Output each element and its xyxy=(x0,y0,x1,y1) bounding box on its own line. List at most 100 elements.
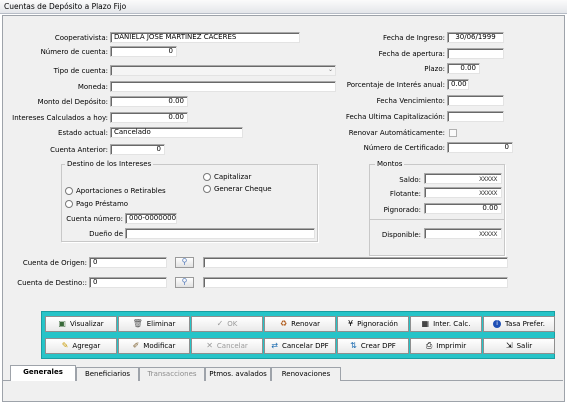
inter-calc-button[interactable]: ▦ Inter. Calc. xyxy=(410,316,482,332)
certificado-label: Número de Certificado: xyxy=(363,144,445,152)
capitalizar-radio[interactable] xyxy=(203,173,211,181)
buscar-destino-button[interactable]: ⚲ xyxy=(175,277,194,288)
grid-icon: ▦ xyxy=(421,319,430,328)
tab-renovaciones[interactable]: Renovaciones xyxy=(271,367,341,381)
tab-generales[interactable]: Generales xyxy=(10,365,76,381)
search-icon: ⚲ xyxy=(181,257,188,266)
agregar-button[interactable]: ✎ Agregar xyxy=(45,338,117,354)
cuenta-numero-field[interactable]: 000-0000000 xyxy=(125,213,177,224)
cuenta-anterior-label: Cuenta Anterior: xyxy=(50,146,108,154)
crear-dpf-button[interactable]: ⇅ Crear DPF xyxy=(337,338,409,354)
cuenta-origen-label: Cuenta de Origen: xyxy=(22,259,87,267)
certificado-field[interactable]: 0 xyxy=(447,142,513,153)
imprimir-button[interactable]: ⎙ Imprimir xyxy=(410,338,482,354)
tipo-cuenta-select[interactable] xyxy=(110,65,336,76)
fecha-apertura-label: Fecha de apertura: xyxy=(378,50,445,58)
swap-icon: ⇄ xyxy=(271,341,278,350)
window-title: Cuentas de Depósito a Plazo Fijo xyxy=(0,0,567,14)
close-icon: ✕ xyxy=(206,341,213,350)
trash-icon: 🗑 xyxy=(132,319,143,328)
pignoracion-button[interactable]: ¥ Pignoración xyxy=(337,316,409,332)
cancelar-dpf-button[interactable]: ⇄ Cancelar DPF xyxy=(264,338,336,354)
renovar-button[interactable]: ♻ Renovar xyxy=(264,316,336,332)
fecha-ingreso-field[interactable]: 30/06/1999 xyxy=(447,32,504,43)
flotante-label: Flotante: xyxy=(389,190,421,198)
fecha-capitalizacion-field[interactable] xyxy=(447,111,504,122)
dueno-field[interactable] xyxy=(125,228,315,239)
renovar-label: Renovar Automáticamente: xyxy=(348,129,445,137)
check-icon: ✓ xyxy=(216,319,224,328)
salir-button[interactable]: ⇲ Salir xyxy=(483,338,555,354)
plazo-label: Plazo: xyxy=(424,65,445,73)
estado-field[interactable]: Cancelado xyxy=(110,127,243,138)
fecha-capitalizacion-label: Fecha Ultima Capitalización: xyxy=(345,113,445,121)
flotante-field: XXXXX xyxy=(424,187,502,198)
fecha-vencimiento-label: Fecha Vencimiento: xyxy=(376,97,445,105)
monto-deposito-label: Monto del Depósito: xyxy=(37,98,108,106)
cuenta-destino-desc xyxy=(203,277,508,288)
action-toolbar: ▣ Visualizar 🗑 Eliminar ✓ OK ♻ Renovar ¥ Pign… xyxy=(41,311,555,359)
sort-icon: ⇅ xyxy=(350,341,357,350)
info-icon: i xyxy=(493,320,502,328)
main-form: Cooperativista: DANIELA JOSE MARTINEZ CA… xyxy=(2,15,565,402)
saldo-field: XXXXX xyxy=(424,173,502,184)
cancelar-button[interactable]: ✕ Cancelar xyxy=(191,338,263,354)
ok-button[interactable]: ✓ OK xyxy=(191,316,263,332)
modificar-button[interactable]: ✐ Modificar xyxy=(118,338,190,354)
tab-beneficiarios[interactable]: Beneficiarios xyxy=(76,367,139,381)
fecha-apertura-field[interactable] xyxy=(447,48,504,59)
disponible-field: XXXXX xyxy=(424,228,502,239)
moneda-field[interactable] xyxy=(110,81,336,92)
aportaciones-radio[interactable] xyxy=(65,187,73,195)
intereses-label: Intereses Calculados a hoy: xyxy=(12,114,108,122)
moneda-label: Moneda: xyxy=(77,83,108,91)
fecha-ingreso-label: Fecha de Ingreso: xyxy=(383,34,445,42)
disponible-label: Disponible: xyxy=(381,231,421,239)
generar-cheque-radio[interactable] xyxy=(203,185,211,193)
cuenta-origen-field[interactable]: 0 xyxy=(89,257,167,268)
edit-icon: ✐ xyxy=(132,341,140,350)
view-icon: ▣ xyxy=(58,319,66,328)
tasa-prefer-button[interactable]: i Tasa Prefer. xyxy=(483,316,555,332)
cuenta-anterior-field[interactable]: 0 xyxy=(110,144,165,155)
fecha-vencimiento-field[interactable] xyxy=(447,95,504,106)
monto-deposito-field[interactable]: 0.00 xyxy=(110,96,188,107)
pledge-icon: ¥ xyxy=(348,319,354,328)
visualizar-button[interactable]: ▣ Visualizar xyxy=(45,316,117,332)
intereses-field[interactable]: 0.00 xyxy=(110,112,188,123)
capitalizar-label: Capitalizar xyxy=(214,173,252,181)
porcentaje-field[interactable]: 0.00 xyxy=(447,79,469,90)
porcentaje-label: Porcentaje de Interés anual: xyxy=(346,81,445,89)
estado-label: Estado actual: xyxy=(58,129,108,137)
saldo-label: Saldo: xyxy=(399,176,421,184)
montos-divider xyxy=(370,219,504,220)
cooperativista-label: Cooperativista: xyxy=(54,34,108,42)
tipo-cuenta-label: Tipo de cuenta: xyxy=(53,67,108,75)
destino-title: Destino de los Intereses xyxy=(65,160,154,169)
eliminar-button[interactable]: 🗑 Eliminar xyxy=(118,316,190,332)
pignorado-field: 0.00 xyxy=(424,203,502,214)
pago-prestamo-label: Pago Préstamo xyxy=(76,200,129,208)
cuenta-numero-label: Cuenta número: xyxy=(66,215,123,223)
numero-cuenta-field[interactable]: 0 xyxy=(110,46,177,57)
montos-title: Montos xyxy=(375,160,405,169)
dueno-label: Dueño de xyxy=(89,230,123,238)
cuenta-destino-field[interactable]: 0 xyxy=(89,277,167,288)
renovar-checkbox[interactable] xyxy=(449,129,457,137)
pencil-icon: ✎ xyxy=(61,341,69,350)
buscar-origen-button[interactable]: ⚲ xyxy=(175,257,194,268)
cooperativista-field[interactable]: DANIELA JOSE MARTINEZ CACERES xyxy=(110,32,300,43)
pago-prestamo-radio[interactable] xyxy=(65,200,73,208)
renew-icon: ♻ xyxy=(279,319,288,328)
exit-icon: ⇲ xyxy=(505,341,513,350)
tab-transacciones[interactable]: Transacciones xyxy=(139,367,205,381)
aportaciones-label: Aportaciones o Retirables xyxy=(76,187,166,195)
cuenta-origen-desc xyxy=(203,257,508,268)
search-icon: ⚲ xyxy=(181,277,188,286)
tab-ptmos-avalados[interactable]: Ptmos. avalados xyxy=(205,367,271,381)
cuenta-destino-label: Cuenta de Destino:: xyxy=(17,279,87,287)
printer-icon: ⎙ xyxy=(425,341,433,350)
pignorado-label: Pignorado: xyxy=(383,206,421,214)
plazo-field[interactable]: 0.00 xyxy=(447,63,480,74)
chevron-down-icon[interactable]: ⌄ xyxy=(325,65,336,76)
